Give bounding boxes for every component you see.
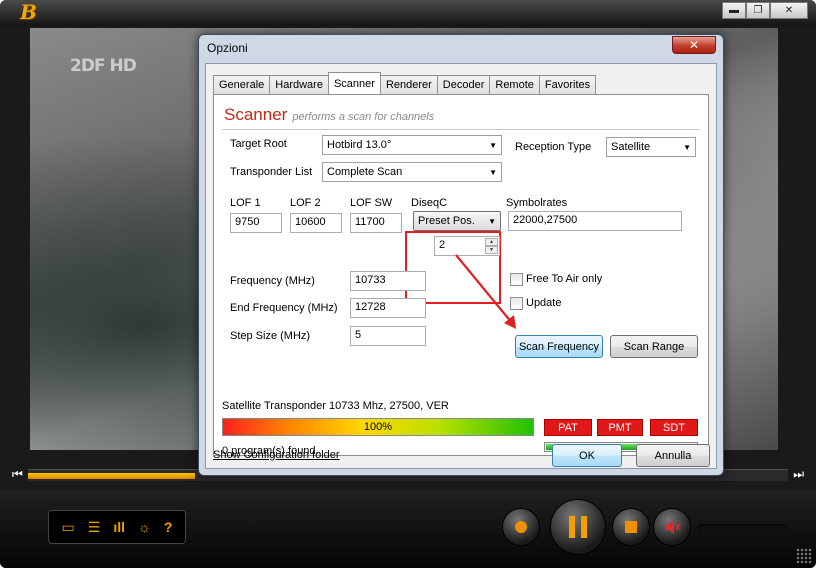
resize-grip[interactable] bbox=[796, 548, 812, 564]
minimize-icon: ▬ bbox=[729, 5, 739, 16]
tab-favorites[interactable]: Favorites bbox=[538, 75, 597, 94]
speaker-muted-icon bbox=[665, 520, 681, 534]
diseqc-label: DiseqC bbox=[411, 197, 448, 209]
tab-hardware[interactable]: Hardware bbox=[269, 75, 329, 94]
transponder-list-label: Transponder List bbox=[230, 166, 313, 178]
lof1-label: LOF 1 bbox=[230, 197, 261, 209]
lof2-label: LOF 2 bbox=[290, 197, 321, 209]
chevron-down-icon: ▼ bbox=[489, 140, 497, 150]
transponder-status: Satellite Transponder 10733 Mhz, 27500, … bbox=[222, 400, 449, 412]
show-config-folder-link[interactable]: Show Configuration folder bbox=[213, 449, 340, 461]
tab-remote[interactable]: Remote bbox=[489, 75, 540, 94]
folder-icon[interactable]: ▭ bbox=[62, 519, 75, 536]
window-buttons: ▬ ❐ ✕ bbox=[722, 2, 808, 19]
tab-renderer[interactable]: Renderer bbox=[379, 75, 438, 94]
diseqc-select[interactable]: Preset Pos. ▼ bbox=[413, 211, 501, 231]
channel-logo: 2DF HD bbox=[70, 56, 137, 76]
ok-button[interactable]: OK bbox=[552, 444, 622, 467]
reception-type-select[interactable]: Satellite ▼ bbox=[606, 137, 696, 157]
spin-buttons: ▲ ▼ bbox=[485, 238, 498, 254]
transponder-list-select[interactable]: Complete Scan ▼ bbox=[322, 162, 502, 182]
heading-divider bbox=[222, 129, 700, 130]
equalizer-icon[interactable]: ıll bbox=[113, 519, 125, 535]
dialog-title: Opzioni bbox=[207, 41, 248, 55]
record-icon bbox=[515, 521, 527, 533]
scan-range-button[interactable]: Scan Range bbox=[610, 335, 698, 358]
seek-bar-fill bbox=[28, 473, 196, 479]
chevron-down-icon: ▼ bbox=[683, 142, 691, 152]
dialog-body: Generale Hardware Scanner Renderer Decod… bbox=[205, 63, 717, 469]
cancel-button[interactable]: Annulla bbox=[636, 444, 710, 467]
heading-title: Scanner bbox=[224, 105, 288, 124]
step-size-field[interactable]: 5 bbox=[350, 326, 426, 346]
spin-up-icon[interactable]: ▲ bbox=[485, 238, 498, 246]
skip-forward-icon[interactable]: ⏭ bbox=[793, 467, 804, 482]
volume-slider[interactable] bbox=[698, 524, 788, 532]
scan-frequency-button[interactable]: Scan Frequency bbox=[515, 335, 603, 358]
playlist-icon[interactable]: ☰ bbox=[88, 519, 101, 536]
pmt-indicator: PMT bbox=[597, 419, 643, 436]
target-root-value: Hotbird 13.0° bbox=[327, 139, 392, 151]
pause-button[interactable] bbox=[550, 499, 606, 555]
player-titlebar[interactable]: B ▬ ❐ ✕ bbox=[0, 0, 816, 26]
chevron-down-icon: ▼ bbox=[488, 216, 496, 226]
target-root-label: Target Root bbox=[230, 138, 287, 150]
close-icon: ✕ bbox=[784, 5, 794, 16]
control-bar: ▭ ☰ ıll ☼ ? bbox=[0, 490, 816, 568]
update-label: Update bbox=[526, 297, 562, 309]
reception-type-value: Satellite bbox=[611, 141, 651, 153]
transponder-list-value: Complete Scan bbox=[327, 166, 403, 178]
annotation-arrow bbox=[455, 254, 516, 329]
end-frequency-field[interactable]: 12728 bbox=[350, 298, 426, 318]
lofsw-field[interactable]: 11700 bbox=[350, 213, 402, 233]
scan-progress-bar: 100% bbox=[222, 418, 534, 436]
scanner-panel: Scanner performs a scan for channels Tar… bbox=[213, 94, 709, 457]
dialog-close-button[interactable]: ✕ bbox=[672, 36, 716, 54]
panel-heading: Scanner performs a scan for channels bbox=[224, 105, 434, 125]
close-window-button[interactable]: ✕ bbox=[770, 2, 808, 19]
tab-decoder[interactable]: Decoder bbox=[436, 75, 491, 94]
tab-strip: Generale Hardware Scanner Renderer Decod… bbox=[213, 72, 597, 94]
tool-buttons: ▭ ☰ ıll ☼ ? bbox=[48, 510, 186, 544]
chevron-down-icon: ▼ bbox=[489, 167, 497, 177]
options-dialog: Opzioni ✕ Generale Hardware Scanner Rend… bbox=[198, 34, 724, 476]
frequency-field[interactable]: 10733 bbox=[350, 271, 426, 291]
heading-subtitle: performs a scan for channels bbox=[292, 111, 435, 123]
skip-back-icon[interactable]: ⏮ bbox=[12, 467, 23, 482]
restore-button[interactable]: ❐ bbox=[746, 2, 770, 19]
restore-icon: ❐ bbox=[753, 5, 763, 16]
sdt-indicator: SDT bbox=[650, 419, 698, 436]
stop-icon bbox=[625, 521, 637, 533]
symbolrates-field[interactable]: 22000,27500 bbox=[508, 211, 682, 231]
diseqc-value: Preset Pos. bbox=[418, 215, 475, 227]
pat-indicator: PAT bbox=[544, 419, 592, 436]
diseqc-position-value: 2 bbox=[439, 239, 446, 251]
frequency-label: Frequency (MHz) bbox=[230, 275, 315, 287]
step-size-label: Step Size (MHz) bbox=[230, 330, 311, 342]
minimize-button[interactable]: ▬ bbox=[722, 2, 746, 19]
settings-icon[interactable]: ☼ bbox=[138, 519, 151, 535]
help-icon[interactable]: ? bbox=[164, 519, 173, 535]
free-to-air-label: Free To Air only bbox=[526, 273, 603, 285]
tab-scanner[interactable]: Scanner bbox=[327, 72, 381, 94]
reception-type-label: Reception Type bbox=[515, 141, 592, 153]
pause-icon bbox=[569, 516, 587, 538]
stop-button[interactable] bbox=[612, 508, 650, 546]
symbolrates-label: Symbolrates bbox=[506, 197, 568, 209]
tab-generale[interactable]: Generale bbox=[213, 75, 271, 94]
mute-button[interactable] bbox=[653, 508, 691, 546]
end-frequency-label: End Frequency (MHz) bbox=[230, 302, 338, 314]
player-logo: B bbox=[20, 0, 37, 24]
scan-progress-value: 100% bbox=[363, 421, 393, 433]
lofsw-label: LOF SW bbox=[350, 197, 393, 209]
close-icon: ✕ bbox=[688, 38, 700, 52]
lof2-field[interactable]: 10600 bbox=[290, 213, 342, 233]
target-root-select[interactable]: Hotbird 13.0° ▼ bbox=[322, 135, 502, 155]
lof1-field[interactable]: 9750 bbox=[230, 213, 282, 233]
record-button[interactable] bbox=[502, 508, 540, 546]
